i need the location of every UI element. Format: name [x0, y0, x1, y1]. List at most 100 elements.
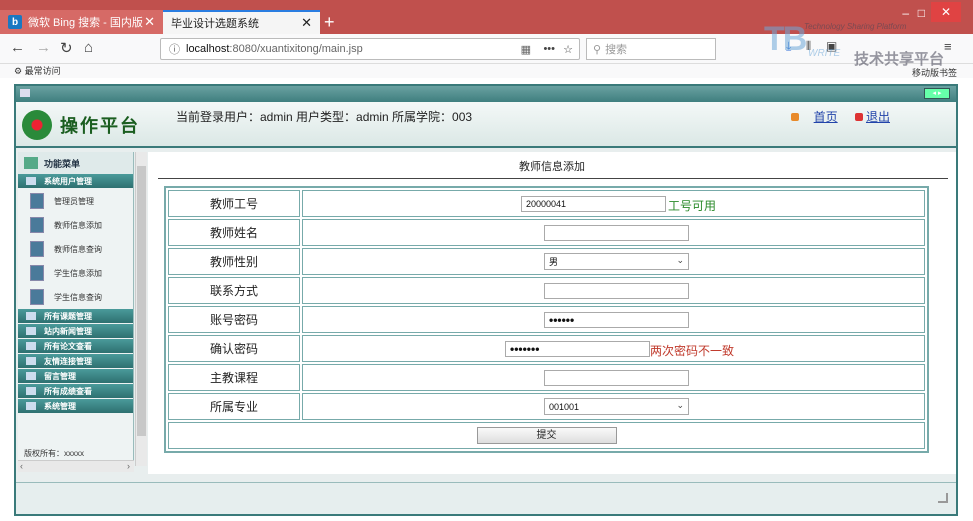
form-row: 教师性别 男 ⌄: [168, 248, 925, 275]
sidebar-group-grades[interactable]: 所有成绩查看: [18, 384, 133, 398]
gender-select[interactable]: 男 ⌄: [544, 253, 689, 270]
tab-label: 微软 Bing 搜索 - 国内版: [28, 17, 143, 29]
form-row: 确认密码 ••••••• 两次密码不一致: [168, 335, 925, 362]
tab-label: 毕业设计选题系统: [171, 18, 259, 30]
teacher-id-label: 教师工号: [168, 190, 300, 217]
search-input[interactable]: ⚲ 搜索: [586, 38, 716, 60]
sidebar-group-user-management[interactable]: 系统用户管理: [18, 174, 133, 188]
bookmark-most-visited[interactable]: 最常访问: [25, 66, 61, 76]
course-input[interactable]: [544, 370, 689, 386]
watermark-sub: Technology Sharing Platform: [804, 22, 907, 31]
name-label: 教师姓名: [168, 219, 300, 246]
scroll-right-icon[interactable]: ›: [127, 461, 130, 471]
confirm-password-cell: ••••••• 两次密码不一致: [302, 335, 925, 362]
sidebar-group-papers[interactable]: 所有论文查看: [18, 339, 133, 353]
home-icon[interactable]: ⌂: [84, 39, 93, 56]
close-tab-icon[interactable]: ✕: [144, 14, 155, 30]
group-label: 友情连接管理: [44, 356, 92, 366]
sidebar-title-text: 功能菜单: [44, 158, 81, 169]
form-row: 教师姓名: [168, 219, 925, 246]
window-close-button[interactable]: ✕: [931, 2, 961, 22]
sidebar-horizontal-scrollbar[interactable]: ‹ ›: [18, 460, 134, 472]
copyright-text: 版权所有：xxxxx: [24, 449, 84, 458]
sidebar-item-teacher-query[interactable]: 教师信息查询: [18, 237, 133, 261]
back-icon[interactable]: ←: [10, 39, 25, 56]
course-label: 主教课程: [168, 364, 300, 391]
item-label: 管理员管理: [54, 196, 94, 206]
logout-link[interactable]: 退出: [866, 110, 890, 124]
app-footer: [16, 482, 956, 514]
more-icon[interactable]: •••: [543, 43, 555, 55]
item-label: 学生信息查询: [54, 292, 102, 302]
contact-label: 联系方式: [168, 277, 300, 304]
group-label: 系统用户管理: [44, 176, 92, 186]
password-input[interactable]: ••••••: [544, 312, 689, 328]
sidebar-group-links[interactable]: 友情连接管理: [18, 354, 133, 368]
major-select[interactable]: 001001 ⌄: [544, 398, 689, 415]
user-icon: [30, 217, 44, 233]
course-cell: [302, 364, 925, 391]
browser-tab-active[interactable]: 毕业设计选题系统 ✕: [163, 10, 320, 34]
sidebar-group-system[interactable]: 系统管理: [18, 399, 133, 413]
app-title-bar: ◂ ▸: [16, 86, 956, 102]
chevron-down-icon: ⌄: [676, 255, 684, 265]
confirm-password-input[interactable]: •••••••: [505, 341, 650, 357]
scroll-left-icon[interactable]: ‹: [20, 461, 23, 471]
browser-tab-bing[interactable]: b 微软 Bing 搜索 - 国内版 ✕: [0, 10, 163, 34]
sidebar-group-messages[interactable]: 留言管理: [18, 369, 133, 383]
app-logo: 操作平台: [22, 106, 172, 144]
app-window-icon: [20, 89, 30, 97]
sidebar-item-student-add[interactable]: 学生信息添加: [18, 261, 133, 285]
watermark-cn: 技术共享平台: [854, 51, 945, 68]
folder-icon: [26, 327, 36, 335]
contact-cell: [302, 277, 925, 304]
major-value: 001001: [549, 401, 580, 412]
app-window: ◂ ▸ 操作平台 当前登录用户：admin 用户类型：admin 所属学院：00…: [14, 84, 958, 516]
major-label: 所属专业: [168, 393, 300, 420]
url-bar[interactable]: ⓘ localhost :8080/xuantixitong/main.jsp …: [160, 38, 580, 60]
new-tab-button[interactable]: +: [324, 12, 335, 33]
sidebar-menu: 功能菜单 系统用户管理 管理员管理 教师信息添加 教师信息查询 学生信息添加 学…: [18, 152, 134, 466]
sidebar-group-news[interactable]: 站内新闻管理: [18, 324, 133, 338]
submit-button[interactable]: 提交: [476, 427, 617, 444]
item-label: 教师信息查询: [54, 244, 102, 254]
scrollbar-thumb[interactable]: [137, 166, 146, 436]
forward-icon[interactable]: →: [36, 39, 51, 56]
page-title: 教师信息添加: [519, 161, 585, 173]
home-link[interactable]: 首页: [814, 110, 838, 124]
teacher-id-input[interactable]: 20000041: [521, 196, 666, 212]
menu-icon: [24, 157, 38, 169]
folder-icon: [26, 402, 36, 410]
gender-cell: 男 ⌄: [302, 248, 925, 275]
sidebar-item-student-query[interactable]: 学生信息查询: [18, 285, 133, 309]
teacher-form: 教师工号 20000041 工号可用 教师姓名 教师性别 男 ⌄ 联系方式 账号…: [164, 186, 929, 453]
folder-icon: [26, 312, 36, 320]
restore-button[interactable]: □: [918, 6, 925, 20]
name-input[interactable]: [544, 225, 689, 241]
sidebar-group-topics[interactable]: 所有课题管理: [18, 309, 133, 323]
sidebar-item-teacher-add[interactable]: 教师信息添加: [18, 213, 133, 237]
minimize-button[interactable]: –: [902, 6, 909, 20]
app-window-controls[interactable]: ◂ ▸: [924, 88, 950, 99]
contact-input[interactable]: [544, 283, 689, 299]
folder-icon: [26, 177, 36, 185]
group-label: 所有论文查看: [44, 341, 92, 351]
reload-icon[interactable]: ↻: [60, 39, 73, 57]
sidebar-item-admin-management[interactable]: 管理员管理: [18, 189, 133, 213]
url-host: localhost: [186, 43, 230, 55]
reader-icon[interactable]: ▦: [521, 43, 531, 56]
close-tab-icon[interactable]: ✕: [301, 15, 312, 31]
major-cell: 001001 ⌄: [302, 393, 925, 420]
form-row: 主教课程: [168, 364, 925, 391]
resize-grip-icon[interactable]: [938, 493, 948, 503]
info-icon[interactable]: ⓘ: [169, 41, 180, 57]
star-icon[interactable]: ☆: [563, 43, 573, 56]
logout-icon: [854, 113, 863, 121]
folder-icon: [26, 372, 36, 380]
sidebar-vertical-scrollbar[interactable]: [135, 152, 147, 466]
item-label: 教师信息添加: [54, 220, 102, 230]
gender-value: 男: [549, 257, 559, 267]
chevron-down-icon: ⌄: [676, 400, 684, 410]
main-content: 教师信息添加 教师工号 20000041 工号可用 教师姓名 教师性别 男 ⌄: [148, 152, 956, 474]
logo-emblem-icon: [22, 110, 52, 140]
